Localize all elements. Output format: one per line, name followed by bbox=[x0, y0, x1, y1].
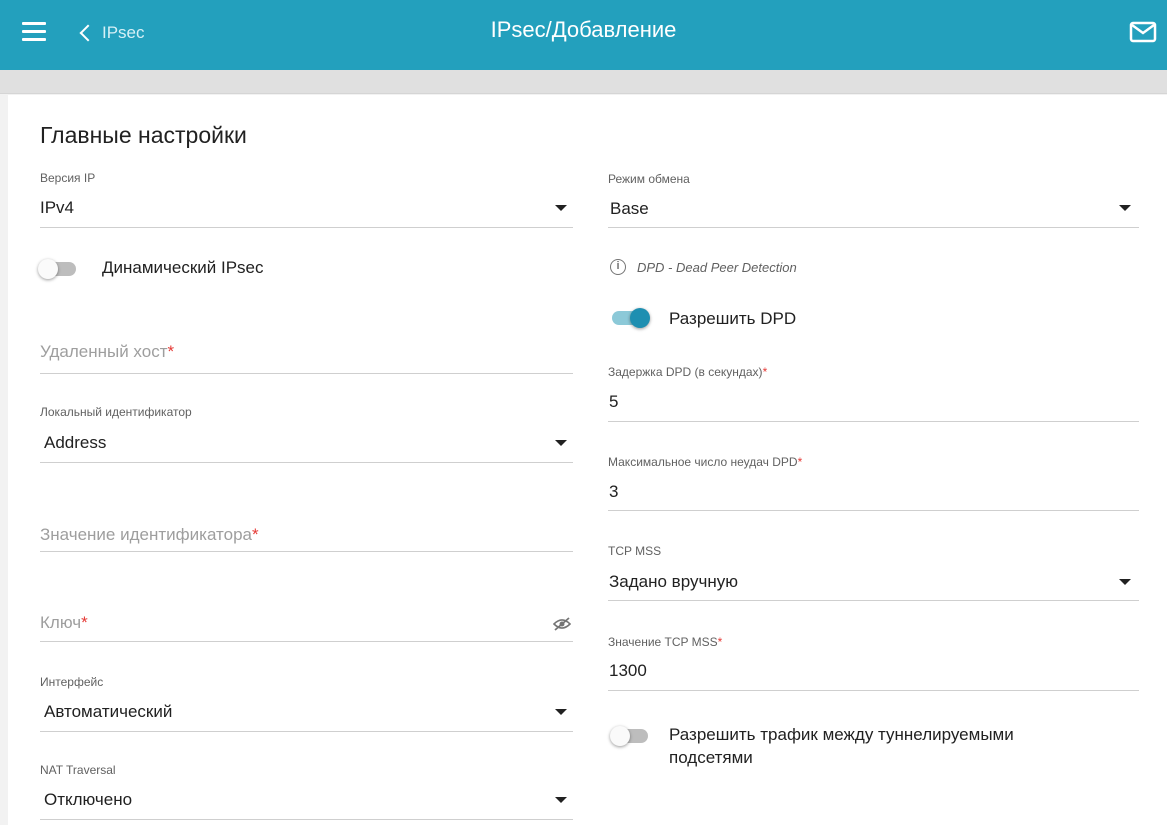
tcp-mss-value-label-text: Значение TCP MSS bbox=[608, 635, 718, 649]
hide-password-icon[interactable] bbox=[553, 617, 571, 631]
tcp-mss-label: TCP MSS bbox=[608, 544, 662, 558]
dpd-failures-label: Максимальное число неудач DPD* bbox=[608, 455, 802, 469]
dpd-info-text: DPD - Dead Peer Detection bbox=[637, 260, 797, 275]
local-id-underline bbox=[40, 462, 573, 463]
required-mark: * bbox=[252, 525, 259, 544]
settings-card bbox=[8, 95, 1167, 825]
interface-label: Интерфейс bbox=[40, 675, 104, 689]
key-field[interactable]: Ключ* bbox=[40, 613, 88, 633]
interface-dropdown-icon[interactable] bbox=[555, 709, 567, 715]
nat-traversal-underline bbox=[40, 819, 573, 820]
id-value-placeholder: Значение идентификатора bbox=[40, 525, 252, 544]
nat-traversal-dropdown-icon[interactable] bbox=[555, 797, 567, 803]
allow-dpd-toggle[interactable] bbox=[610, 308, 650, 328]
remote-host-placeholder: Удаленный хост bbox=[40, 342, 168, 361]
dynamic-ipsec-label: Динамический IPsec bbox=[102, 258, 264, 277]
exchange-mode-underline bbox=[608, 227, 1139, 228]
ip-version-dropdown-icon[interactable] bbox=[555, 205, 567, 211]
id-value-field[interactable]: Значение идентификатора* bbox=[40, 525, 259, 545]
interface-underline bbox=[40, 731, 573, 732]
top-bar: IPsec IPsec/Добавление bbox=[0, 0, 1167, 70]
key-underline bbox=[40, 641, 573, 642]
dpd-delay-label-text: Задержка DPD (в секундах) bbox=[608, 365, 763, 379]
nat-traversal-value[interactable]: Отключено bbox=[44, 790, 132, 810]
required-mark: * bbox=[762, 365, 768, 379]
page-title: IPsec/Добавление bbox=[490, 17, 677, 42]
ip-version-underline bbox=[40, 227, 573, 228]
tcp-mss-value-input[interactable]: 1300 bbox=[609, 661, 647, 681]
subheader-band bbox=[0, 70, 1167, 94]
exchange-mode-label: Режим обмена bbox=[608, 172, 690, 186]
allow-traffic-label-line2: подсетями bbox=[669, 748, 753, 767]
exchange-mode-value[interactable]: Base bbox=[610, 199, 649, 219]
dpd-delay-label: Задержка DPD (в секундах)* bbox=[608, 365, 767, 379]
tcp-mss-value-underline bbox=[608, 690, 1139, 691]
remote-host-field[interactable]: Удаленный хост* bbox=[40, 342, 174, 362]
allow-traffic-toggle[interactable] bbox=[610, 726, 650, 746]
remote-host-underline bbox=[40, 373, 573, 374]
dpd-failures-label-text: Максимальное число неудач DPD bbox=[608, 455, 798, 469]
id-value-underline bbox=[40, 551, 573, 552]
info-icon: i bbox=[610, 259, 626, 275]
tcp-mss-underline bbox=[608, 600, 1139, 601]
required-mark: * bbox=[167, 342, 175, 361]
dpd-failures-input[interactable]: 3 bbox=[609, 482, 618, 502]
local-id-value[interactable]: Address bbox=[44, 433, 106, 453]
allow-dpd-label: Разрешить DPD bbox=[669, 309, 797, 328]
local-id-label: Локальный идентификатор bbox=[40, 405, 192, 419]
tcp-mss-value-label: Значение TCP MSS* bbox=[608, 635, 722, 649]
allow-traffic-label: Разрешить трафик между туннелируемыми по… bbox=[669, 723, 1014, 769]
dpd-delay-input[interactable]: 5 bbox=[609, 392, 618, 412]
dpd-delay-underline bbox=[608, 421, 1139, 422]
required-mark: * bbox=[717, 635, 723, 649]
local-id-dropdown-icon[interactable] bbox=[555, 440, 567, 446]
tcp-mss-dropdown-icon[interactable] bbox=[1119, 579, 1131, 585]
ip-version-value[interactable]: IPv4 bbox=[40, 198, 74, 218]
exchange-mode-dropdown-icon[interactable] bbox=[1119, 205, 1131, 211]
dynamic-ipsec-toggle[interactable] bbox=[38, 259, 78, 279]
tcp-mss-value[interactable]: Задано вручную bbox=[609, 572, 738, 592]
dpd-failures-underline bbox=[608, 510, 1139, 511]
required-mark: * bbox=[81, 613, 88, 632]
allow-traffic-label-line1: Разрешить трафик между туннелируемыми bbox=[669, 725, 1014, 744]
section-title: Главные настройки bbox=[40, 122, 247, 148]
key-placeholder: Ключ bbox=[40, 613, 82, 632]
nat-traversal-label: NAT Traversal bbox=[40, 763, 116, 777]
required-mark: * bbox=[797, 455, 803, 469]
mail-icon[interactable] bbox=[1129, 21, 1157, 43]
interface-value[interactable]: Автоматический bbox=[44, 702, 172, 722]
ip-version-label: Версия IP bbox=[40, 171, 96, 185]
